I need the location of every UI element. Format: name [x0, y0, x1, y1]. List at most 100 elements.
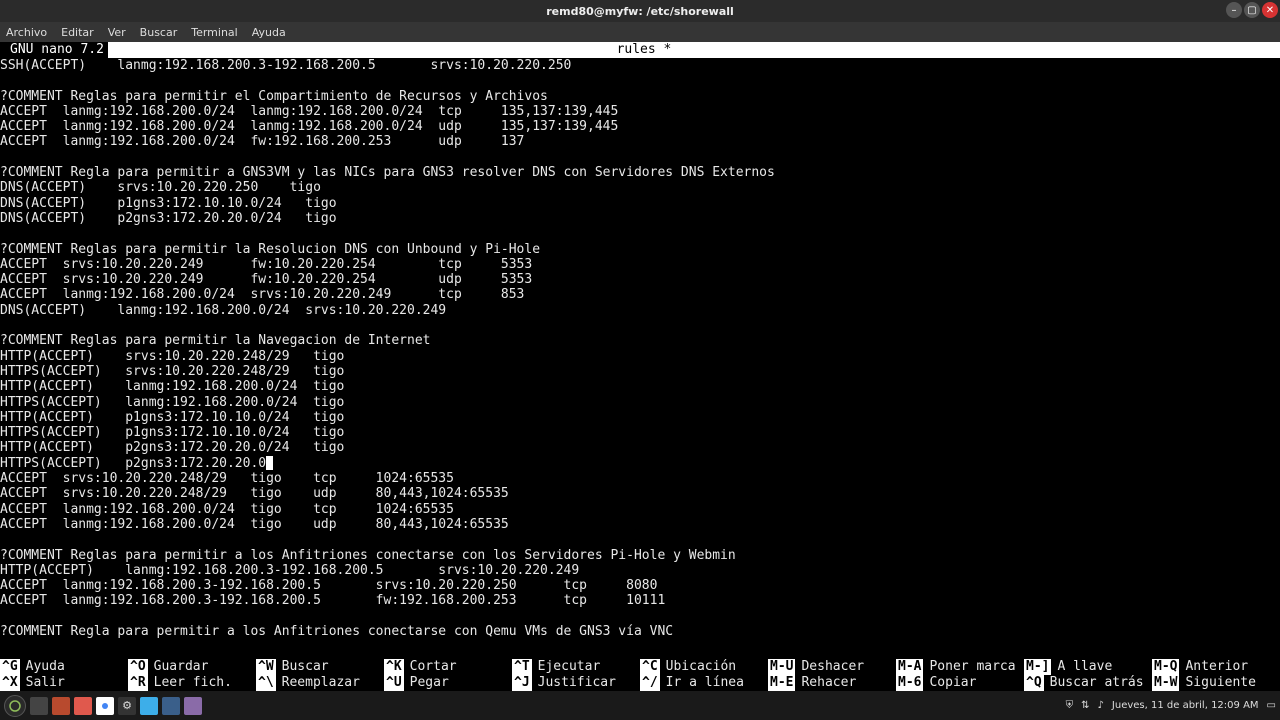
app-icon-1[interactable]	[140, 697, 158, 715]
tray-volume-icon[interactable]: ♪	[1098, 700, 1104, 711]
editor-line	[0, 150, 1280, 165]
shortcut-key: ^\	[256, 675, 276, 691]
shortcut-item: ^K Cortar	[384, 659, 512, 675]
editor-line	[0, 226, 1280, 241]
shortcut-item: M-Q Anterior	[1152, 659, 1280, 675]
shortcut-label: Pegar	[410, 675, 449, 691]
menu-ayuda[interactable]: Ayuda	[252, 26, 286, 39]
editor-line: DNS(ACCEPT) lanmg:192.168.200.0/24 srvs:…	[0, 303, 1280, 318]
window-titlebar: remd80@myfw: /etc/shorewall – ▢ ✕	[0, 0, 1280, 22]
editor-line: HTTP(ACCEPT) p2gns3:172.20.20.0/24 tigo	[0, 440, 1280, 455]
shortcut-key: ^X	[0, 675, 20, 691]
files-icon[interactable]	[52, 697, 70, 715]
shortcut-item: M-APoner marca	[896, 659, 1024, 675]
editor-line: HTTPS(ACCEPT) lanmg:192.168.200.0/24 tig…	[0, 395, 1280, 410]
shortcut-key: M-]	[1024, 659, 1051, 675]
editor-line: HTTP(ACCEPT) lanmg:192.168.200.3-192.168…	[0, 563, 1280, 578]
menu-terminal[interactable]: Terminal	[191, 26, 238, 39]
settings-icon[interactable]: ⚙	[118, 697, 136, 715]
close-button[interactable]: ✕	[1262, 2, 1278, 18]
editor-line: SSH(ACCEPT) lanmg:192.168.200.3-192.168.…	[0, 58, 1280, 73]
editor-line: ?COMMENT Reglas para permitir a los Anfi…	[0, 548, 1280, 563]
start-menu-icon[interactable]	[4, 695, 26, 717]
tray-updates-icon[interactable]: ⛨	[1066, 700, 1074, 711]
editor-line: ACCEPT lanmg:192.168.200.0/24 tigo udp 8…	[0, 517, 1280, 532]
shortcut-item: ^CUbicación	[640, 659, 768, 675]
shortcut-item: M-E Rehacer	[768, 675, 896, 691]
tray-network-icon[interactable]: ⇅	[1081, 700, 1089, 711]
shortcut-key: ^U	[384, 675, 404, 691]
minimize-button[interactable]: –	[1226, 2, 1242, 18]
show-desktop-icon[interactable]	[30, 697, 48, 715]
shortcut-item: M-6 Copiar	[896, 675, 1024, 691]
shortcut-key: M-W	[1152, 675, 1179, 691]
shortcut-item: ^OGuardar	[128, 659, 256, 675]
shortcut-key: ^R	[128, 675, 148, 691]
menu-buscar[interactable]: Buscar	[140, 26, 178, 39]
shortcut-key: M-A	[896, 659, 923, 675]
editor-line: HTTP(ACCEPT) lanmg:192.168.200.0/24 tigo	[0, 379, 1280, 394]
shortcut-label: Ubicación	[666, 659, 736, 675]
shortcut-item: ^/Ir a línea	[640, 675, 768, 691]
shortcut-key: M-6	[896, 675, 923, 691]
maximize-button[interactable]: ▢	[1244, 2, 1260, 18]
shortcut-label: Rehacer	[801, 675, 856, 691]
shortcut-label: A llave	[1057, 659, 1112, 675]
shortcut-item: M-W Siguiente	[1152, 675, 1280, 691]
editor-line: HTTP(ACCEPT) p1gns3:172.10.10.0/24 tigo	[0, 410, 1280, 425]
tray-desktop-icon[interactable]: ▭	[1267, 700, 1276, 711]
editor-line: ACCEPT srvs:10.20.220.249 fw:10.20.220.2…	[0, 272, 1280, 287]
nano-filename: rules *	[108, 42, 1280, 58]
shortcut-item: ^J Justificar	[512, 675, 640, 691]
nano-version: GNU nano 7.2	[0, 42, 108, 58]
editor-line: ACCEPT lanmg:192.168.200.3-192.168.200.5…	[0, 593, 1280, 608]
editor-line: ACCEPT lanmg:192.168.200.3-192.168.200.5…	[0, 578, 1280, 593]
chrome-icon[interactable]	[96, 697, 114, 715]
shortcut-key: ^W	[256, 659, 276, 675]
menu-editar[interactable]: Editar	[61, 26, 94, 39]
editor-line: HTTP(ACCEPT) srvs:10.20.220.248/29 tigo	[0, 349, 1280, 364]
tray-clock[interactable]: Jueves, 11 de abril, 12:09 AM	[1112, 700, 1259, 711]
editor-line: ?COMMENT Regla para permitir a GNS3VM y …	[0, 165, 1280, 180]
shortcut-key: ^/	[640, 675, 660, 691]
shortcut-item: ^\ Reemplazar	[256, 675, 384, 691]
editor-line: HTTPS(ACCEPT) p2gns3:172.20.20.0	[0, 456, 1280, 471]
shortcut-label: Guardar	[154, 659, 209, 675]
shortcut-label: Justificar	[538, 675, 616, 691]
shortcut-item: ^XSalir	[0, 675, 128, 691]
editor-line: ACCEPT lanmg:192.168.200.0/24 tigo tcp 1…	[0, 502, 1280, 517]
editor-line: DNS(ACCEPT) p1gns3:172.10.10.0/24 tigo	[0, 196, 1280, 211]
shortcut-label: Anterior	[1185, 659, 1248, 675]
firefox-icon[interactable]	[74, 697, 92, 715]
shortcut-label: Siguiente	[1185, 675, 1255, 691]
shortcut-item: ^GAyuda	[0, 659, 128, 675]
shortcut-key: ^J	[512, 675, 532, 691]
editor-line	[0, 73, 1280, 88]
shortcut-item: ^T Ejecutar	[512, 659, 640, 675]
editor-line: ?COMMENT Reglas para permitir la Resoluc…	[0, 242, 1280, 257]
shortcut-label: Reemplazar	[282, 675, 360, 691]
shortcut-label: Buscar	[282, 659, 329, 675]
shortcut-item: ^RLeer fich.	[128, 675, 256, 691]
menu-archivo[interactable]: Archivo	[6, 26, 47, 39]
shortcut-label: Buscar atrás	[1050, 675, 1144, 691]
editor-line: ACCEPT lanmg:192.168.200.0/24 lanmg:192.…	[0, 119, 1280, 134]
shortcut-label: Cortar	[410, 659, 457, 675]
shortcut-key: M-Q	[1152, 659, 1179, 675]
shortcut-item: M-] A llave	[1024, 659, 1152, 675]
editor-line	[0, 318, 1280, 333]
shortcut-label: Copiar	[929, 675, 976, 691]
shortcut-item: M-UDeshacer	[768, 659, 896, 675]
shortcut-key: ^T	[512, 659, 532, 675]
shortcut-key: M-E	[768, 675, 795, 691]
shortcut-label: Ayuda	[26, 659, 65, 675]
app-icon-3[interactable]	[184, 697, 202, 715]
app-icon-2[interactable]	[162, 697, 180, 715]
editor-line	[0, 532, 1280, 547]
menu-ver[interactable]: Ver	[108, 26, 126, 39]
editor-line: ACCEPT lanmg:192.168.200.0/24 srvs:10.20…	[0, 287, 1280, 302]
editor-line: ACCEPT lanmg:192.168.200.0/24 lanmg:192.…	[0, 104, 1280, 119]
editor-content[interactable]: SSH(ACCEPT) lanmg:192.168.200.3-192.168.…	[0, 58, 1280, 639]
shortcut-label: Ejecutar	[538, 659, 601, 675]
shortcut-key: ^K	[384, 659, 404, 675]
